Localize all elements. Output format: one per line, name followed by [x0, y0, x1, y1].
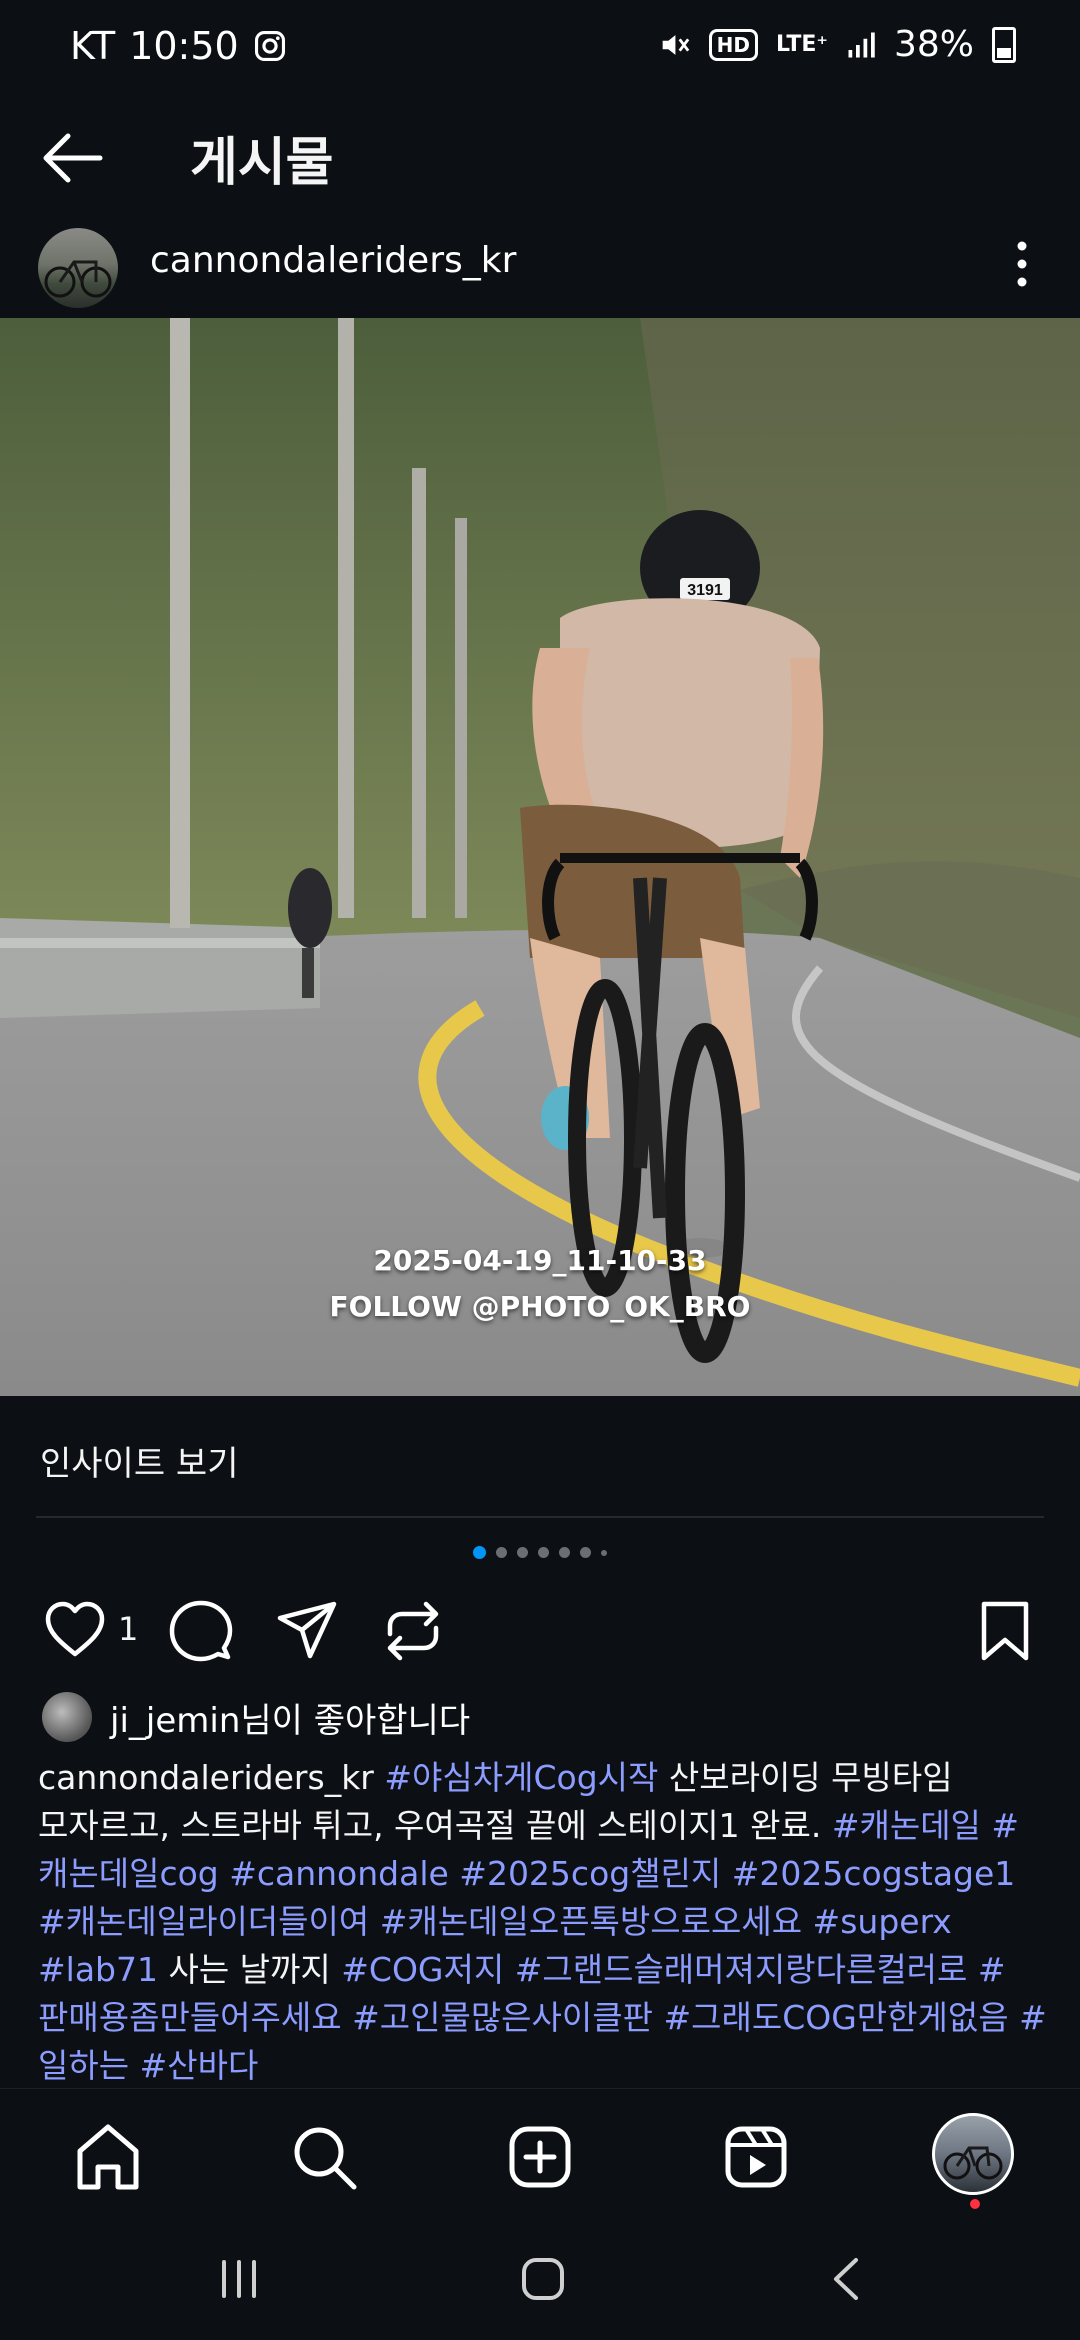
bike-avatar-icon [943, 2146, 1003, 2180]
home-icon[interactable] [68, 2117, 148, 2197]
signal-icon [848, 32, 875, 57]
bib-number: 3191 [687, 582, 723, 599]
carousel-dot [496, 1547, 507, 1558]
back-arrow-icon[interactable] [38, 128, 108, 188]
create-post-icon[interactable] [500, 2117, 580, 2197]
liked-by-row[interactable]: ji_jemin님이 좋아합니다 [42, 1692, 470, 1742]
view-insights-link[interactable]: 인사이트 보기 [40, 1436, 239, 1485]
bottom-nav [0, 2088, 1080, 2219]
repost-icon[interactable] [378, 1596, 448, 1666]
share-icon[interactable] [272, 1596, 342, 1666]
author-username[interactable]: cannondaleriders_kr [150, 240, 516, 281]
carousel-dot-active [473, 1546, 486, 1559]
hd-voice-icon: HD [708, 28, 758, 61]
caption-author[interactable]: cannondaleriders_kr [38, 1758, 374, 1797]
liker-username[interactable]: ji_jemin [110, 1701, 240, 1741]
network-type: LTE⁺ [775, 31, 828, 57]
bookmark-icon[interactable] [970, 1596, 1040, 1666]
battery-percent: 38% [893, 24, 974, 65]
author-avatar[interactable] [38, 228, 118, 308]
liker-avatar [42, 1692, 92, 1742]
post-photo[interactable]: 3191 2025-04-19_11-10-33 FOLLOW @PHOTO_O… [0, 318, 1080, 1396]
photo-timestamp: 2025-04-19_11-10-33 [373, 1244, 707, 1277]
top-bar: 게시물 [0, 100, 1080, 210]
mute-icon [662, 34, 689, 55]
recent-apps-icon[interactable] [214, 2256, 264, 2302]
cyclist-photo: 3191 [0, 318, 1080, 1396]
carrier-label: KT [70, 24, 116, 68]
search-icon[interactable] [284, 2117, 364, 2197]
bike-avatar-icon [44, 260, 112, 298]
carousel-dot [559, 1547, 570, 1558]
liked-by-text: ji_jemin님이 좋아합니다 [110, 1693, 470, 1742]
notification-dot [970, 2199, 980, 2209]
post-header: cannondaleriders_kr [0, 210, 1080, 318]
status-right: HD LTE⁺ 38% [657, 24, 1016, 65]
like-count[interactable]: 1 [118, 1610, 138, 1648]
profile-avatar[interactable] [932, 2113, 1014, 2195]
status-bar: KT 10:50 HD LTE⁺ 38% [0, 0, 1080, 100]
carousel-dot [538, 1547, 549, 1558]
liked-by-suffix: 님이 좋아합니다 [240, 1700, 471, 1741]
carousel-dot [517, 1547, 528, 1558]
divider [36, 1516, 1044, 1518]
action-bar: 1 [0, 1596, 1080, 1666]
battery-icon [992, 26, 1016, 63]
carousel-dot [601, 1549, 607, 1556]
caption-hashtag[interactable]: #야심차게Cog시작 [384, 1758, 658, 1797]
comment-icon[interactable] [166, 1596, 236, 1666]
home-button-icon[interactable] [518, 2254, 568, 2304]
system-nav-bar [0, 2218, 1080, 2340]
photo-credit: FOLLOW @PHOTO_OK_BRO [329, 1290, 751, 1323]
system-back-icon[interactable] [826, 2254, 866, 2304]
post-caption: cannondaleriders_kr #야심차게Cog시작 산보라이딩 무빙타… [38, 1754, 1048, 2090]
carousel-dot [580, 1547, 591, 1558]
photo-watermark: 2025-04-19_11-10-33 FOLLOW @PHOTO_OK_BRO [0, 1238, 1080, 1330]
caption-text: 사는 날까지 [157, 1950, 342, 1989]
page-title: 게시물 [190, 133, 334, 193]
status-left: KT 10:50 [70, 24, 287, 68]
clock: 10:50 [129, 24, 239, 68]
heart-icon[interactable] [40, 1596, 110, 1666]
carousel-indicator [0, 1546, 1080, 1559]
instagram-notification-icon [254, 30, 285, 62]
more-options-icon[interactable] [1000, 224, 1044, 304]
reels-icon[interactable] [716, 2117, 796, 2197]
